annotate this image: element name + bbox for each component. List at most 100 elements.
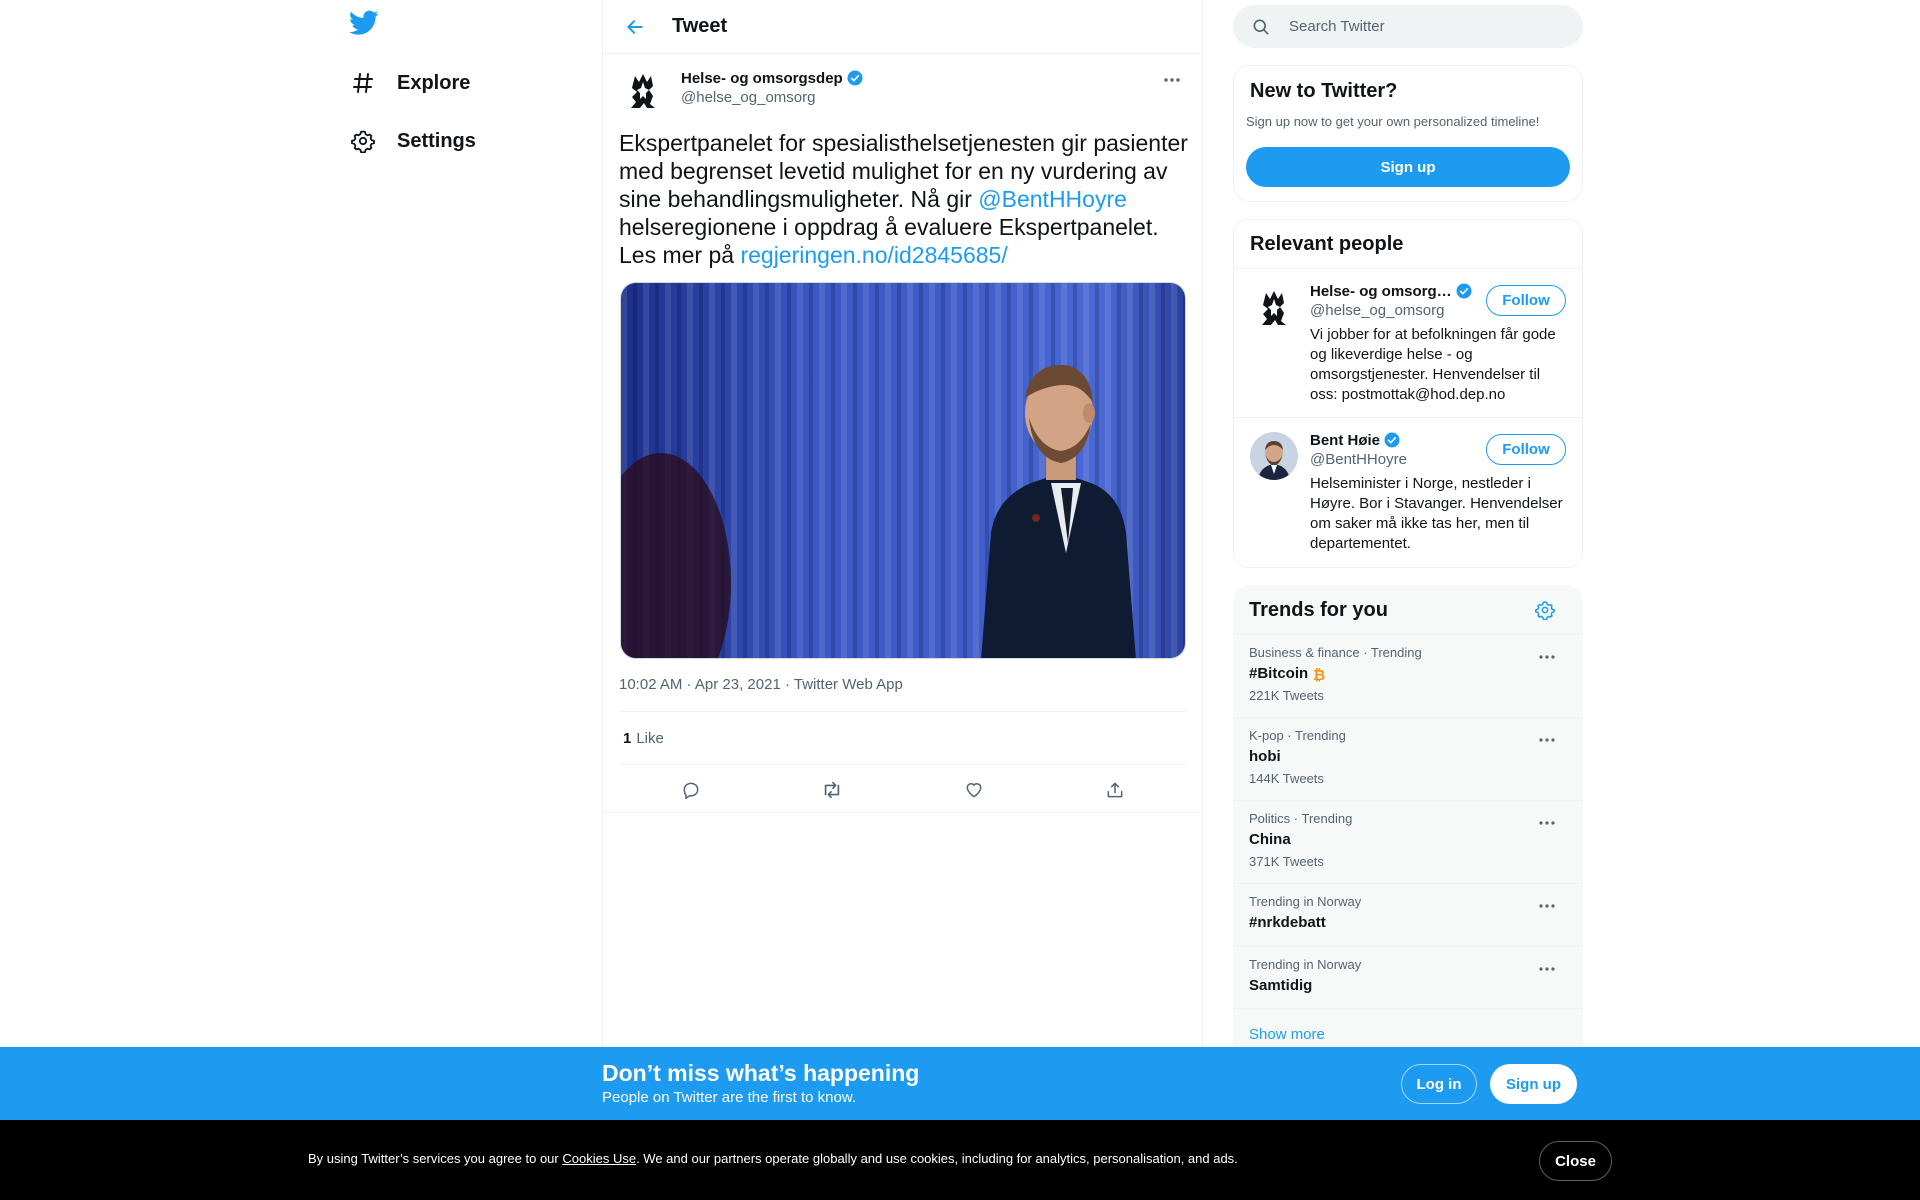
page-title: Tweet	[672, 15, 728, 37]
like-label[interactable]: Like	[636, 730, 664, 747]
verified-badge-icon	[1384, 432, 1400, 448]
author-avatar[interactable]	[619, 66, 667, 114]
tweet-source[interactable]: Twitter Web App	[794, 676, 903, 693]
like-count: 1	[623, 729, 632, 747]
share-icon	[1107, 782, 1123, 798]
person-handle: @helse_og_omsorg	[1310, 302, 1445, 319]
tweet-author: Helse- og omsorgsdep @helse_og_omsorg	[619, 66, 1186, 116]
main-column: Tweet Helse- og omsorgsdep @helse_og_oms…	[602, 0, 1203, 1200]
person-bio: Helseminister i Norge, nestleder i Høyre…	[1310, 475, 1563, 552]
more-dots-icon	[1539, 738, 1555, 742]
signup-banner: Don’t miss what’s happening People on Tw…	[0, 1047, 1920, 1120]
person-name[interactable]: Bent Høie	[1310, 431, 1401, 449]
share-button[interactable]	[1100, 775, 1130, 805]
trend-name: China	[1249, 831, 1291, 848]
trend-count: 144K Tweets	[1249, 771, 1324, 786]
trend-name: #Bitcoin ₿	[1249, 665, 1327, 682]
trend-item[interactable]: Trending in Norway Samtidig	[1233, 946, 1583, 1009]
avatar[interactable]	[1250, 432, 1298, 480]
cookies-use-link[interactable]: Cookies Use	[562, 1151, 636, 1166]
person-bio: Vi jobber for at befolkningen får gode o…	[1310, 326, 1556, 403]
trend-count: 371K Tweets	[1249, 854, 1324, 869]
follow-button[interactable]: Follow	[1486, 285, 1566, 316]
trend-more-button[interactable]	[1533, 813, 1561, 833]
trend-more-button[interactable]	[1533, 959, 1561, 979]
tweet-time[interactable]: 10:02 AM	[619, 676, 682, 693]
trends-panel: Trends for you Business & finance · Tren…	[1233, 585, 1583, 1065]
back-button[interactable]	[618, 10, 652, 44]
svg-text:₿: ₿	[1313, 666, 1325, 682]
twitter-bird-icon[interactable]	[349, 10, 381, 42]
trend-more-button[interactable]	[1533, 647, 1561, 667]
verified-badge-icon	[847, 70, 863, 86]
person-name-text: Helse- og omsorg…	[1310, 282, 1452, 300]
more-dots-icon	[1539, 655, 1555, 659]
gear-icon	[1535, 601, 1555, 620]
trend-name: Samtidig	[1249, 977, 1313, 994]
panel-title: New to Twitter?	[1250, 80, 1398, 102]
trend-name: #nrkdebatt	[1249, 914, 1326, 931]
bitcoin-icon: ₿	[1313, 666, 1325, 682]
tweet-url-link[interactable]: regjeringen.no/id2845685/	[740, 242, 1007, 268]
nav-item-explore[interactable]: Explore	[350, 63, 470, 103]
hashtag-icon	[350, 70, 376, 96]
more-dots-icon	[1164, 78, 1180, 82]
banner-title: Don’t miss what’s happening	[602, 1060, 920, 1086]
more-dots-icon	[1539, 967, 1555, 971]
trend-more-button[interactable]	[1533, 730, 1561, 750]
like-icon	[966, 783, 982, 798]
panel-title: Relevant people	[1250, 233, 1404, 255]
follow-button[interactable]: Follow	[1486, 434, 1566, 465]
trend-name: hobi	[1249, 748, 1281, 765]
tweet-meta: 10:02 AM · Apr 23, 2021 · Twitter Web Ap…	[619, 676, 903, 693]
show-more-link[interactable]: Show more	[1249, 1026, 1325, 1043]
search-input[interactable]	[1289, 18, 1549, 35]
banner-subtitle: People on Twitter are the first to know.	[602, 1089, 857, 1106]
more-dots-icon	[1539, 821, 1555, 825]
cookie-text-part: By using Twitter’s services you agree to…	[308, 1151, 563, 1166]
retweet-button[interactable]	[817, 775, 847, 805]
tweet-date[interactable]: Apr 23, 2021	[695, 676, 781, 693]
trend-item[interactable]: Politics · Trending China 371K Tweets	[1233, 800, 1583, 883]
panel-subtitle: Sign up now to get your own personalized…	[1246, 114, 1540, 129]
log-in-button[interactable]: Log in	[1401, 1064, 1477, 1104]
trend-item[interactable]: Business & finance · Trending #Bitcoin ₿…	[1233, 634, 1583, 717]
close-button[interactable]: Close	[1539, 1141, 1612, 1181]
trend-item[interactable]: K-pop · Trending hobi 144K Tweets	[1233, 717, 1583, 800]
new-to-twitter-panel: New to Twitter? Sign up now to get your …	[1233, 65, 1583, 202]
person-name-text: Bent Høie	[1310, 431, 1381, 449]
tweet-photo[interactable]	[620, 282, 1186, 659]
arrow-left-icon	[627, 19, 643, 34]
trend-context: K-pop · Trending	[1249, 728, 1346, 743]
trends-settings-button[interactable]	[1533, 598, 1557, 622]
trend-context: Trending in Norway	[1249, 894, 1362, 909]
tweet-text: Ekspertpanelet for spesialisthelsetjenes…	[619, 129, 1189, 269]
person-name[interactable]: Helse- og omsorg…	[1310, 282, 1473, 300]
trend-more-button[interactable]	[1533, 896, 1561, 916]
like-button[interactable]	[959, 775, 989, 805]
cookie-banner: By using Twitter’s services you agree to…	[0, 1120, 1920, 1200]
trend-name-text: #Bitcoin	[1249, 665, 1309, 682]
nav-item-label: Explore	[397, 71, 471, 94]
author-name[interactable]: Helse- og omsorgsdep	[681, 69, 864, 87]
mention-link[interactable]: @BentHHoyre	[978, 186, 1127, 212]
person-card[interactable]: Bent Høie @BentHHoyre Helseminister i No…	[1234, 417, 1582, 567]
trend-count: 221K Tweets	[1249, 688, 1324, 703]
search-box[interactable]	[1233, 5, 1583, 48]
reply-button[interactable]	[676, 775, 706, 805]
sign-up-button[interactable]: Sign up	[1490, 1064, 1577, 1104]
nav-item-settings[interactable]: Settings	[350, 121, 476, 161]
gear-icon	[350, 128, 376, 154]
sign-up-button[interactable]: Sign up	[1246, 147, 1570, 187]
trend-item[interactable]: Trending in Norway #nrkdebatt	[1233, 883, 1583, 946]
avatar[interactable]	[1250, 283, 1298, 331]
search-icon	[1253, 19, 1269, 35]
nav-item-label: Settings	[397, 129, 476, 152]
person-card[interactable]: Helse- og omsorg… @helse_og_omsorg Vi jo…	[1234, 268, 1582, 417]
more-options-button[interactable]	[1158, 70, 1186, 90]
more-dots-icon	[1539, 904, 1555, 908]
person-handle: @BentHHoyre	[1310, 451, 1407, 468]
cookie-text: By using Twitter’s services you agree to…	[308, 1151, 1238, 1166]
tweet-actions	[603, 765, 1202, 813]
author-handle[interactable]: @helse_og_omsorg	[681, 89, 815, 106]
